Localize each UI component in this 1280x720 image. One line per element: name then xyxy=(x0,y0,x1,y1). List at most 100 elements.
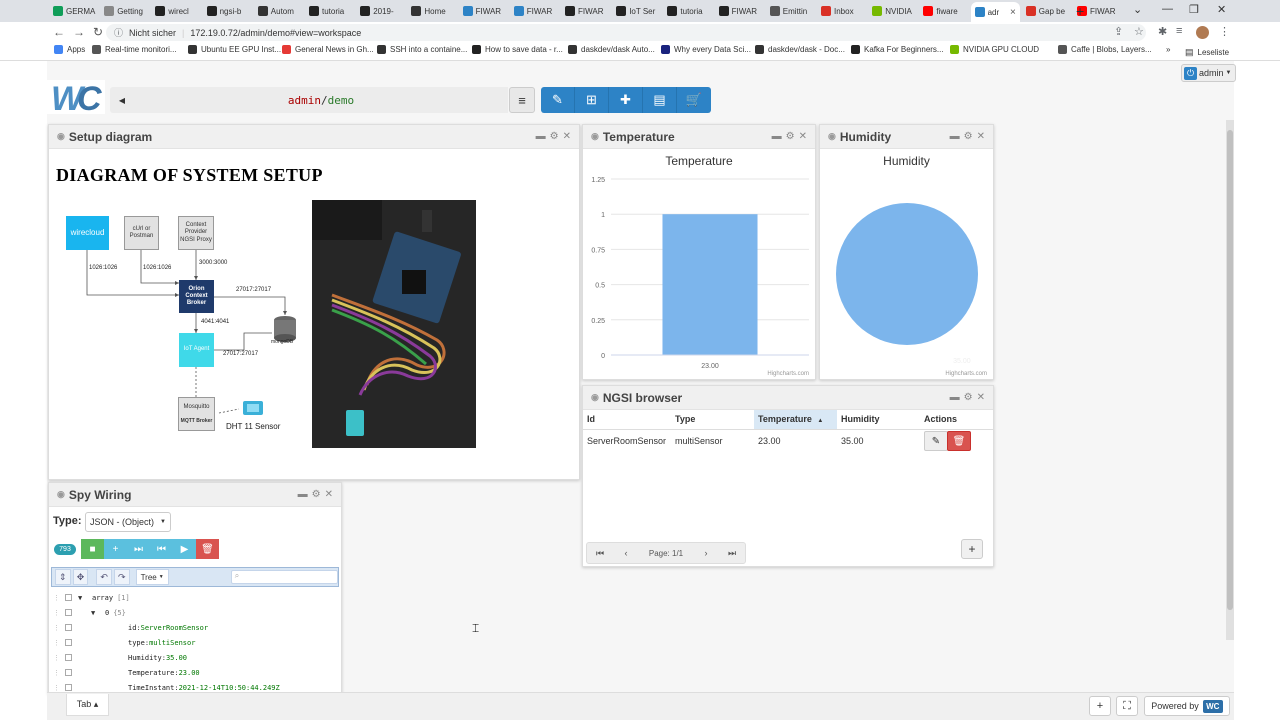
add-tab-button[interactable]: + xyxy=(1089,696,1111,716)
minimize-widget-icon[interactable]: ▬ xyxy=(772,131,782,142)
bookmark-item[interactable]: How to save data - r... xyxy=(472,45,563,54)
close-window-icon[interactable]: ✕ xyxy=(1217,3,1226,16)
browser-tab[interactable]: Home xyxy=(407,2,456,20)
browser-tab[interactable]: Autom xyxy=(254,2,303,20)
delete-entity-button[interactable]: 🗑 xyxy=(947,431,971,452)
profile-avatar[interactable] xyxy=(1196,26,1209,39)
last-page-icon[interactable]: ⏭ xyxy=(719,543,745,563)
drag-handle-icon[interactable]: ⋮ xyxy=(53,639,65,647)
drag-handle-icon[interactable]: ⋮ xyxy=(53,669,65,677)
expand-toggle-icon[interactable]: ▼ xyxy=(91,609,105,617)
bookmark-item[interactable]: Kafka For Beginners... xyxy=(851,45,944,54)
drag-handle-icon[interactable]: ⋮ xyxy=(53,684,65,692)
step-back-icon[interactable]: ⏮ xyxy=(150,539,173,559)
column-header-type[interactable]: Type xyxy=(671,410,754,430)
maximize-icon[interactable]: ❐ xyxy=(1189,3,1199,16)
reading-list[interactable]: ▤ Leseliste xyxy=(1185,47,1229,58)
widget-header[interactable]: ◉ Temperature ▬ ⚙ ✕ xyxy=(583,125,815,149)
close-tab-icon[interactable]: × xyxy=(1010,7,1016,18)
next-page-icon[interactable]: › xyxy=(693,543,719,563)
minimize-widget-icon[interactable]: ▬ xyxy=(298,489,308,500)
bookmark-item[interactable]: Caffe | Blobs, Layers... xyxy=(1058,45,1152,54)
browser-tab[interactable]: fiware xyxy=(919,2,968,20)
browser-tab[interactable]: FIWAR xyxy=(715,2,764,20)
back-icon[interactable]: ← xyxy=(53,25,65,39)
undo-icon[interactable]: ↶ xyxy=(96,569,112,585)
share-icon[interactable]: ⇪ xyxy=(1114,25,1123,38)
trash-icon[interactable]: 🗑 xyxy=(196,539,219,559)
workspace-path[interactable]: admin / demo xyxy=(134,87,508,113)
redo-icon[interactable]: ↷ xyxy=(113,569,130,585)
play-icon[interactable]: ▶ xyxy=(173,539,196,559)
extensions-icon[interactable]: ✱ xyxy=(1158,25,1167,38)
browser-tab[interactable]: tutoria xyxy=(663,2,712,20)
tree-node[interactable]: ⋮ id : ServerRoomSensor xyxy=(53,620,208,635)
reading-mode-icon[interactable]: ≡ xyxy=(1176,25,1182,37)
wiring-editor-icon[interactable]: ✚ xyxy=(609,87,643,113)
address-bar[interactable]: ⓘ Nicht sicher | 172.19.0.72/admin/demo#… xyxy=(106,24,1146,41)
browser-tab[interactable]: NVIDIA xyxy=(868,2,917,20)
drag-handle-icon[interactable]: ⋮ xyxy=(53,609,65,617)
drag-handle-icon[interactable]: ⋮ xyxy=(53,624,65,632)
tree-node[interactable]: ⋮ ▼ array [1] xyxy=(53,590,130,605)
widget-header[interactable]: ◉ Spy Wiring ▬ ⚙ ✕ xyxy=(49,483,341,507)
widget-header[interactable]: ◉ NGSI browser ▬ ⚙ ✕ xyxy=(583,386,993,410)
forward-icon[interactable]: → xyxy=(73,25,85,39)
expand-toggle-icon[interactable]: ▼ xyxy=(78,594,92,602)
node-checkbox[interactable] xyxy=(65,684,72,691)
browser-tab[interactable]: Getting xyxy=(100,2,149,20)
bookmark-item[interactable]: NVIDIA GPU CLOUD xyxy=(950,45,1039,54)
add-entity-button[interactable]: + xyxy=(961,539,983,559)
column-header-id[interactable]: Id xyxy=(583,410,671,430)
type-select[interactable]: JSON - (Object) ▼ xyxy=(85,512,171,532)
close-widget-icon[interactable]: ✕ xyxy=(799,131,807,142)
edit-entity-button[interactable]: ✎ xyxy=(924,431,948,452)
node-checkbox[interactable] xyxy=(65,669,72,676)
settings-gear-icon[interactable]: ⚙ xyxy=(312,489,321,500)
bookmark-item[interactable]: SSH into a containe... xyxy=(377,45,467,54)
tree-node[interactable]: ⋮ ▼ 0 {5} xyxy=(53,605,126,620)
browser-tab[interactable]: Inbox xyxy=(817,2,866,20)
chart-credits[interactable]: Highcharts.com xyxy=(945,371,987,377)
browser-tab[interactable]: Emittin xyxy=(766,2,815,20)
my-resources-icon[interactable]: ▤ xyxy=(643,87,677,113)
expand-all-icon[interactable]: ⇕ xyxy=(55,569,71,585)
prev-page-icon[interactable]: ‹ xyxy=(613,543,639,563)
tree-node[interactable]: ⋮ type : multiSensor xyxy=(53,635,195,650)
tree-node[interactable]: ⋮ Temperature : 23.00 xyxy=(53,665,200,680)
browser-tab[interactable]: wirecl xyxy=(151,2,200,20)
stop-icon[interactable]: ■ xyxy=(81,539,104,559)
first-page-icon[interactable]: ⏮ xyxy=(587,543,613,563)
scrollbar-thumb[interactable] xyxy=(1227,130,1233,610)
workspace-menu-button[interactable]: ≡ xyxy=(509,87,535,113)
tree-node[interactable]: ⋮ Humidity : 35.00 xyxy=(53,650,187,665)
node-checkbox[interactable] xyxy=(65,654,72,661)
column-header-temperature[interactable]: Temperature ▲ xyxy=(754,410,837,430)
drag-handle-icon[interactable]: ⋮ xyxy=(53,594,65,602)
drag-handle-icon[interactable]: ⋮ xyxy=(53,654,65,662)
fullscreen-icon[interactable]: ⛶ xyxy=(1116,696,1138,716)
bookmark-item[interactable]: daskdev/dask - Doc... xyxy=(755,45,845,54)
node-checkbox[interactable] xyxy=(65,609,72,616)
browser-tab[interactable]: tutoria xyxy=(305,2,354,20)
bookmark-item[interactable]: Real-time monitori... xyxy=(92,45,177,54)
table-row[interactable]: ServerRoomSensor multiSensor 23.00 35.00… xyxy=(583,429,993,453)
settings-gear-icon[interactable]: ⚙ xyxy=(964,392,973,403)
bookmark-item[interactable]: Apps xyxy=(54,45,85,54)
fast-forward-icon[interactable]: ⏭ xyxy=(127,539,150,559)
add-icon[interactable]: + xyxy=(104,539,127,559)
browser-tab[interactable]: FIWAR xyxy=(459,2,508,20)
marketplace-cart-icon[interactable]: 🛒 xyxy=(677,87,711,113)
browser-tab[interactable]: 2019- xyxy=(356,2,405,20)
tab-search-icon[interactable]: ⌄ xyxy=(1133,3,1142,16)
bookmark-star-icon[interactable]: ☆ xyxy=(1134,25,1144,38)
browser-tab[interactable]: FIWAR xyxy=(561,2,610,20)
close-widget-icon[interactable]: ✕ xyxy=(977,131,985,142)
node-checkbox[interactable] xyxy=(65,594,72,601)
tree-mode-select[interactable]: Tree ▼ xyxy=(135,569,169,585)
minimize-icon[interactable]: — xyxy=(1162,3,1173,15)
close-widget-icon[interactable]: ✕ xyxy=(325,489,333,500)
add-widget-icon[interactable]: ⊞ xyxy=(575,87,609,113)
settings-gear-icon[interactable]: ⚙ xyxy=(786,131,795,142)
chart-credits[interactable]: Highcharts.com xyxy=(767,371,809,377)
